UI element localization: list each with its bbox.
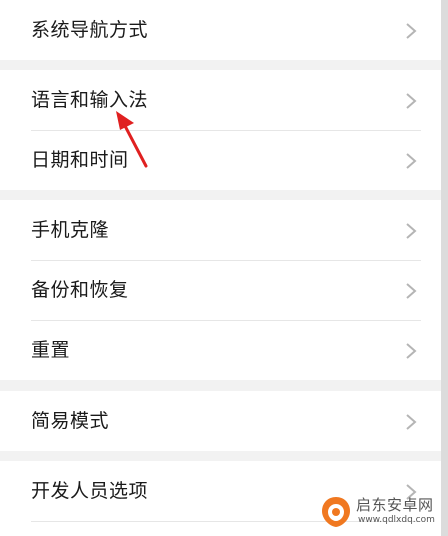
- settings-screen: 系统导航方式 语言和输入法 日期和时间 手机克隆 备份和恢复 重置 简易模式 开…: [0, 0, 448, 536]
- settings-group-3: 手机克隆 备份和恢复 重置: [0, 200, 441, 380]
- settings-item-label: 手机克隆: [31, 219, 110, 241]
- settings-group-2: 语言和输入法 日期和时间: [0, 70, 441, 190]
- watermark-name: 启东安卓网: [356, 496, 434, 514]
- settings-item-date-time[interactable]: 日期和时间: [0, 130, 441, 190]
- settings-item-language-input[interactable]: 语言和输入法: [0, 70, 441, 130]
- settings-item-label: 简易模式: [31, 410, 110, 432]
- settings-item-label: 备份和恢复: [31, 279, 129, 301]
- red-arrow-annotation: [116, 111, 148, 168]
- chevron-right-icon: [406, 23, 417, 39]
- watermark-url: www.qdlxdq.com: [358, 515, 435, 525]
- chevron-right-icon: [406, 283, 417, 299]
- settings-item-reset[interactable]: 重置: [0, 320, 441, 380]
- chevron-right-icon: [406, 414, 417, 430]
- settings-item-backup-restore[interactable]: 备份和恢复: [0, 260, 441, 320]
- chevron-right-icon: [406, 343, 417, 359]
- settings-item-system-navigation[interactable]: 系统导航方式: [0, 0, 441, 60]
- right-edge-strip: [441, 0, 448, 536]
- chevron-right-icon: [406, 93, 417, 109]
- settings-group-1: 系统导航方式: [0, 0, 441, 60]
- chevron-right-icon: [406, 223, 417, 239]
- settings-item-label: 开发人员选项: [31, 480, 149, 502]
- qdlxdq-logo-icon: [322, 497, 350, 527]
- settings-item-simple-mode[interactable]: 简易模式: [0, 391, 441, 451]
- site-watermark: 启东安卓网 www.qdlxdq.com: [318, 491, 446, 535]
- settings-item-label: 系统导航方式: [31, 19, 149, 41]
- settings-group-4: 简易模式: [0, 391, 441, 451]
- chevron-right-icon: [406, 153, 417, 169]
- settings-item-label: 重置: [31, 339, 71, 361]
- settings-item-phone-clone[interactable]: 手机克隆: [0, 200, 441, 260]
